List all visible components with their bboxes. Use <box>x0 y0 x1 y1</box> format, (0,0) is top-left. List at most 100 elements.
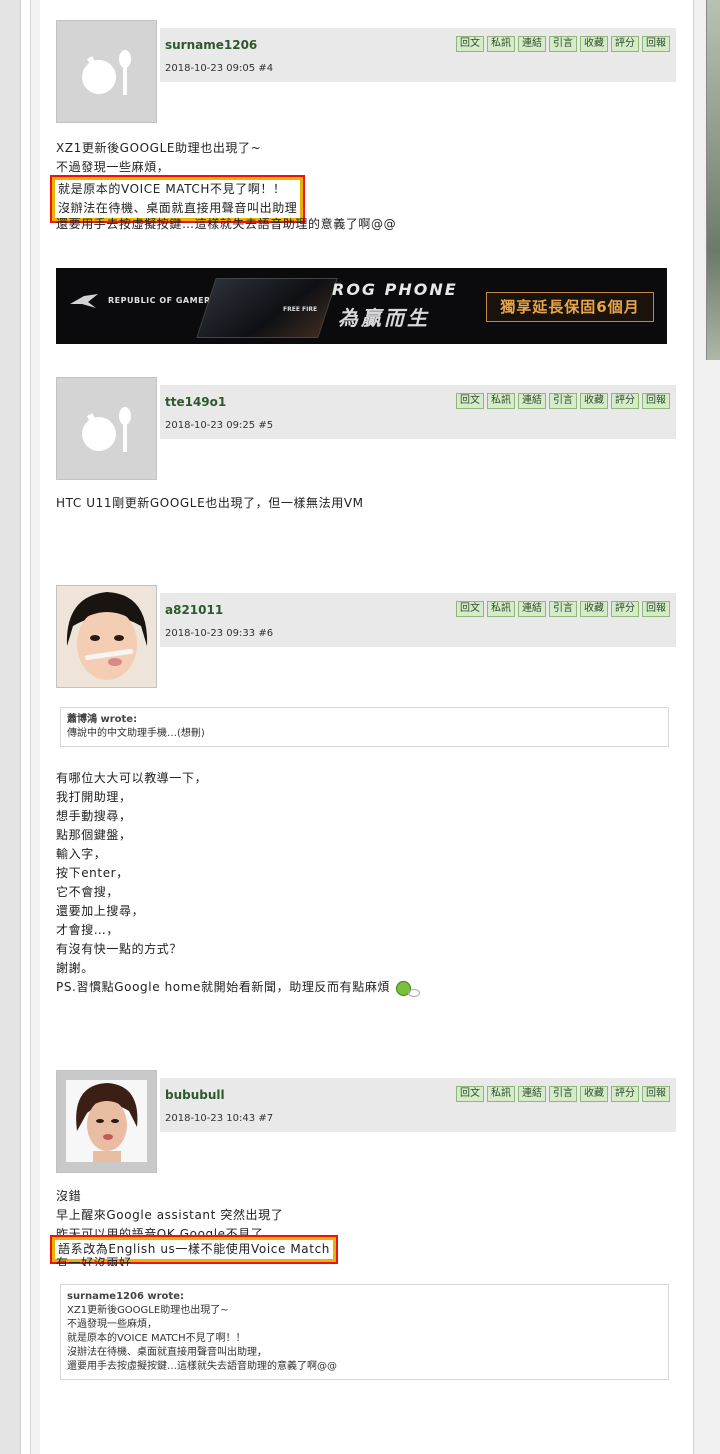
rate-button[interactable]: 評分 <box>611 393 639 409</box>
post-header: bububull 2018-10-23 10:43 #7 回文 私訊 連結 引言… <box>160 1078 676 1132</box>
post-line: PS.習慣點Google home就開始看新聞，助理反而有點麻煩 <box>56 978 421 997</box>
quote-author: 蕭博鴻 wrote: <box>67 714 138 725</box>
report-button[interactable]: 回報 <box>642 1086 670 1102</box>
link-button[interactable]: 連結 <box>518 393 546 409</box>
post-line: 點那個鍵盤， <box>56 828 132 842</box>
post-line: 有哪位大大可以教導一下， <box>56 771 208 785</box>
post-line: 它不會搜， <box>56 885 120 899</box>
post-line: 我打開助理， <box>56 790 132 804</box>
post-actions: 回文 私訊 連結 引言 收藏 評分 回報 <box>456 393 670 409</box>
quote-button[interactable]: 引言 <box>549 36 577 52</box>
rate-button[interactable]: 評分 <box>611 601 639 617</box>
ad-banner[interactable]: REPUBLIC OF GAMERS FREE FIRE ROG PHONE 為… <box>56 268 667 344</box>
link-button[interactable]: 連結 <box>518 36 546 52</box>
post-line: 早上醒來Google assistant 突然出現了 <box>56 1208 284 1222</box>
rog-logo-icon <box>70 294 98 308</box>
default-avatar[interactable] <box>56 20 157 123</box>
quote-block: surname1206 wrote: XZ1更新後GOOGLE助理也出現了~ 不… <box>60 1284 669 1380</box>
post-body: HTC U11剛更新GOOGLE也出現了，但一樣無法用VM <box>56 494 364 513</box>
post-line: 還要加上搜尋， <box>56 904 145 918</box>
user-avatar-photo <box>57 586 156 687</box>
post-meta: 2018-10-23 10:43 #7 <box>165 1113 273 1124</box>
ad-offer: 獨享延長保固6個月 <box>486 292 654 322</box>
post-line: 還要用手去按虛擬按鍵…這樣就失去語音助理的意義了啊@@ <box>56 217 397 231</box>
report-button[interactable]: 回報 <box>642 601 670 617</box>
rate-button[interactable]: 評分 <box>611 36 639 52</box>
reply-button[interactable]: 回文 <box>456 1086 484 1102</box>
post-meta: 2018-10-23 09:25 #5 <box>165 420 273 431</box>
post-actions: 回文 私訊 連結 引言 收藏 評分 回報 <box>456 1086 670 1102</box>
quote-line: 不過發現一些麻煩， <box>67 1319 157 1330</box>
default-avatar[interactable] <box>56 377 157 480</box>
user-avatar[interactable] <box>56 585 157 688</box>
post-line: 昨天可以用的語音OK Google不見了 <box>56 1227 264 1237</box>
quote-line: 傳說中的中文助理手機…(想刪) <box>67 728 205 739</box>
quote-button[interactable]: 引言 <box>549 393 577 409</box>
username-link[interactable]: a821011 <box>165 603 223 617</box>
default-avatar-icon <box>82 50 131 95</box>
smiley-icon <box>396 980 421 997</box>
quote-line: 就是原本的VOICE MATCH不見了啊！！ <box>67 1333 246 1344</box>
post-number[interactable]: #5 <box>258 420 273 431</box>
private-message-button[interactable]: 私訊 <box>487 601 515 617</box>
user-avatar[interactable] <box>56 1070 157 1173</box>
post-line: 想手動搜尋， <box>56 809 132 823</box>
post-body: XZ1更新後GOOGLE助理也出現了~ 不過發現一些麻煩， 就是原本的VOICE… <box>49 139 397 234</box>
post-date: 2018-10-23 09:33 <box>165 628 256 639</box>
post-line: 有沒有快一點的方式？ <box>56 942 183 956</box>
post-line: XZ1更新後GOOGLE助理也出現了~ <box>56 141 262 155</box>
quote-button[interactable]: 引言 <box>549 601 577 617</box>
post-actions: 回文 私訊 連結 引言 收藏 評分 回報 <box>456 601 670 617</box>
private-message-button[interactable]: 私訊 <box>487 36 515 52</box>
bookmark-button[interactable]: 收藏 <box>580 1086 608 1102</box>
bookmark-button[interactable]: 收藏 <box>580 36 608 52</box>
thread-content: surname1206 2018-10-23 09:05 #4 回文 私訊 連結… <box>40 0 693 1454</box>
post-meta: 2018-10-23 09:05 #4 <box>165 63 273 74</box>
sidebar-image <box>706 0 720 360</box>
quote-line: XZ1更新後GOOGLE助理也出現了~ <box>67 1305 229 1316</box>
post-number[interactable]: #6 <box>258 628 273 639</box>
post-number[interactable]: #7 <box>258 1113 273 1124</box>
username-link[interactable]: tte149o1 <box>165 395 226 409</box>
post-line: 輸入字， <box>56 847 107 861</box>
quote-line: 沒辦法在待機、桌面就直接用聲音叫出助理， <box>67 1347 267 1358</box>
post-number[interactable]: #4 <box>258 63 273 74</box>
post-date: 2018-10-23 09:05 <box>165 63 256 74</box>
report-button[interactable]: 回報 <box>642 36 670 52</box>
post-line: HTC U11剛更新GOOGLE也出現了，但一樣無法用VM <box>56 496 364 510</box>
post-line: 就是原本的VOICE MATCH不見了啊！！ <box>58 182 286 196</box>
bookmark-button[interactable]: 收藏 <box>580 393 608 409</box>
quote-line: 還要用手去按虛擬按鍵…這樣就失去語音助理的意義了啊@@ <box>67 1361 337 1372</box>
link-button[interactable]: 連結 <box>518 601 546 617</box>
page-left-margin <box>0 0 21 1454</box>
quote-button[interactable]: 引言 <box>549 1086 577 1102</box>
quote-author: surname1206 wrote: <box>67 1291 184 1302</box>
post-actions: 回文 私訊 連結 引言 收藏 評分 回報 <box>456 36 670 52</box>
reply-button[interactable]: 回文 <box>456 601 484 617</box>
post-meta: 2018-10-23 09:33 #6 <box>165 628 273 639</box>
reply-button[interactable]: 回文 <box>456 36 484 52</box>
post-header: surname1206 2018-10-23 09:05 #4 回文 私訊 連結… <box>160 28 676 82</box>
post-date: 2018-10-23 10:43 <box>165 1113 256 1124</box>
private-message-button[interactable]: 私訊 <box>487 393 515 409</box>
report-button[interactable]: 回報 <box>642 393 670 409</box>
quote-block: 蕭博鴻 wrote: 傳說中的中文助理手機…(想刪) <box>60 707 669 747</box>
bookmark-button[interactable]: 收藏 <box>580 601 608 617</box>
default-avatar-icon <box>82 407 131 452</box>
post-line: 不過發現一些麻煩， <box>56 160 170 174</box>
post-date: 2018-10-23 09:25 <box>165 420 256 431</box>
private-message-button[interactable]: 私訊 <box>487 1086 515 1102</box>
rate-button[interactable]: 評分 <box>611 1086 639 1102</box>
post-line-text: PS.習慣點Google home就開始看新聞，助理反而有點麻煩 <box>56 980 391 994</box>
reply-button[interactable]: 回文 <box>456 393 484 409</box>
post-line: 按下enter， <box>56 866 129 880</box>
ad-game: FREE FIRE <box>283 306 318 313</box>
link-button[interactable]: 連結 <box>518 1086 546 1102</box>
post-body: 沒錯 早上醒來Google assistant 突然出現了 昨天可以用的語音OK… <box>50 1187 338 1266</box>
post-header: tte149o1 2018-10-23 09:25 #5 回文 私訊 連結 引言… <box>160 385 676 439</box>
post-line: 謝謝。 <box>56 961 94 975</box>
post-header: a821011 2018-10-23 09:33 #6 回文 私訊 連結 引言 … <box>160 593 676 647</box>
post-line: 沒錯 <box>56 1189 82 1203</box>
username-link[interactable]: bububull <box>165 1088 225 1102</box>
username-link[interactable]: surname1206 <box>165 38 257 52</box>
